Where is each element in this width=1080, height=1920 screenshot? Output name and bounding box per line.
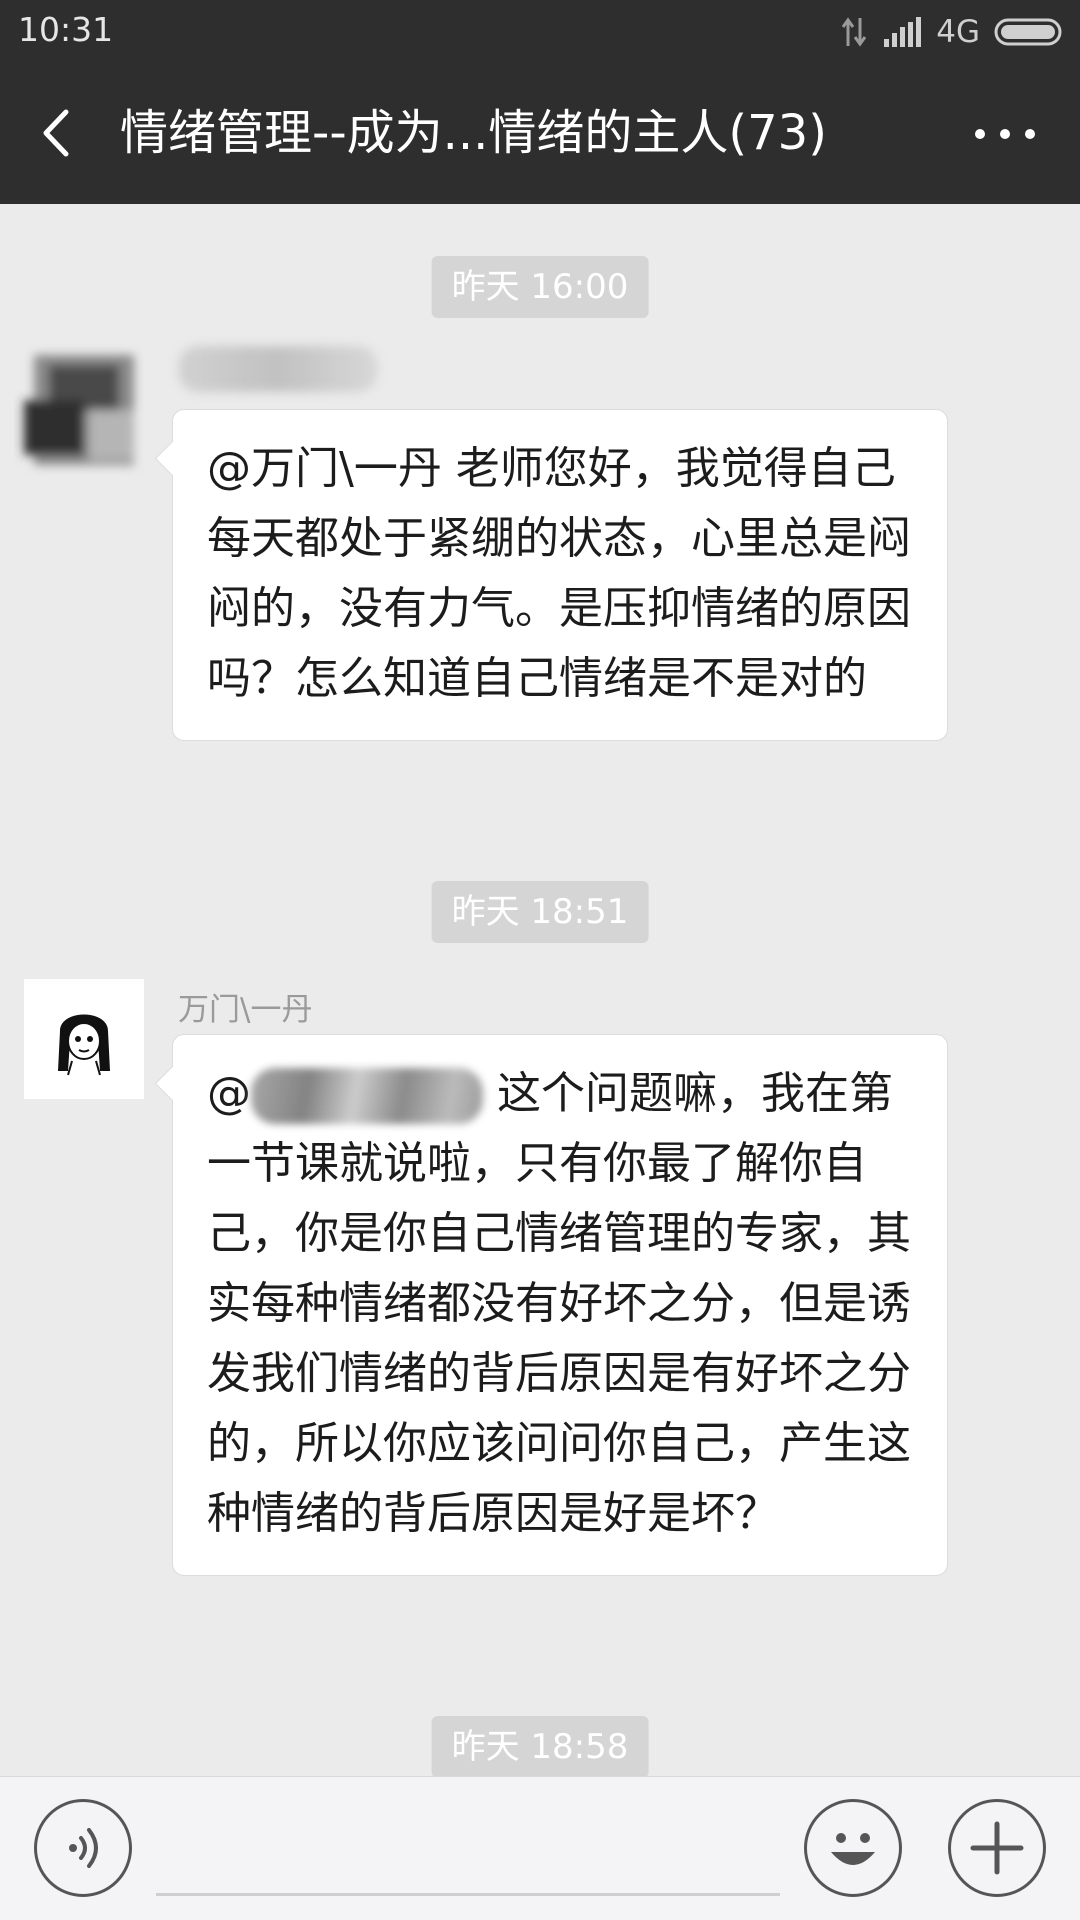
- plus-icon: [970, 1821, 1024, 1875]
- back-arrow-icon: [43, 109, 69, 157]
- sender-name: 万门\一丹: [178, 992, 313, 1028]
- input-bar: [0, 1776, 1080, 1920]
- redacted-mention: [251, 1068, 483, 1124]
- chat-header: 情绪管理--成为...情绪的主人(73): [0, 62, 1080, 204]
- data-transfer-icon: [842, 17, 867, 47]
- emoji-button[interactable]: [804, 1799, 902, 1897]
- message-bubble[interactable]: @ 这个问题嘛，我在第一节课就说啦，只有你最了解你自己，你是你自己情绪管理的专家…: [172, 1034, 948, 1576]
- emoji-icon: [831, 1833, 875, 1865]
- message-timestamp: 昨天 16:00: [431, 256, 649, 318]
- voice-icon: [69, 1828, 98, 1868]
- more-dots-icon: [975, 129, 1035, 139]
- mention-prefix: @: [207, 1068, 251, 1119]
- battery-icon: [994, 18, 1062, 46]
- message-input[interactable]: [156, 1893, 780, 1896]
- chat-title: 情绪管理--成为...情绪的主人(73): [120, 105, 827, 161]
- message-text: 这个问题嘛，我在第一节课就说啦，只有你最了解你自己，你是你自己情绪管理的专家，其…: [207, 1068, 911, 1539]
- message-timestamp: 昨天 18:58: [431, 1716, 649, 1778]
- status-icons: 4G: [840, 12, 1064, 52]
- status-time: 10:31: [18, 10, 114, 49]
- network-type: 4G: [936, 14, 980, 50]
- status-bar: 10:31 4G: [0, 0, 1080, 62]
- chat-screen: 10:31 4G 情绪管理--成为...情绪的主人(73) 昨天 16:00 @…: [0, 0, 1080, 1920]
- signal-icon: [884, 17, 922, 47]
- voice-button[interactable]: [34, 1799, 132, 1897]
- message-text: @万门\一丹 老师您好，我觉得自己每天都处于紧绷的状态，心里总是闷闷的，没有力气…: [207, 443, 911, 704]
- more-options-button[interactable]: [970, 114, 1040, 154]
- girl-avatar-icon: [58, 1014, 110, 1076]
- message-bubble[interactable]: @万门\一丹 老师您好，我觉得自己每天都处于紧绷的状态，心里总是闷闷的，没有力气…: [172, 409, 948, 741]
- message-timestamp: 昨天 18:51: [431, 881, 649, 943]
- sender-name-redacted: [178, 346, 378, 392]
- back-button[interactable]: [30, 98, 90, 168]
- avatar[interactable]: [24, 979, 144, 1099]
- avatar[interactable]: [24, 350, 144, 470]
- plus-button[interactable]: [948, 1799, 1046, 1897]
